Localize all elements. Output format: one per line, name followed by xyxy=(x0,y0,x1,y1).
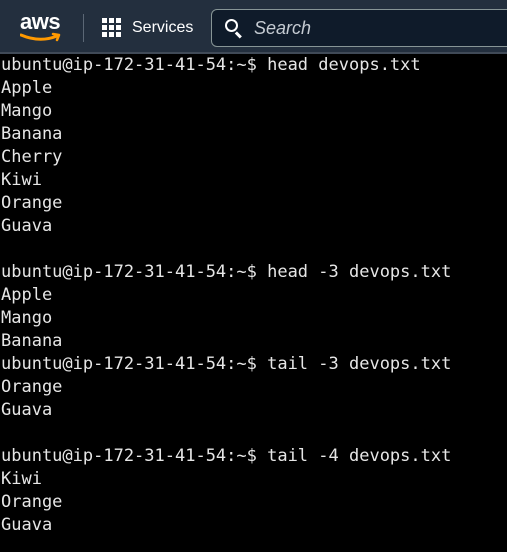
terminal-line: Orange xyxy=(1,193,63,213)
terminal-line: Cherry xyxy=(1,147,63,167)
services-grid-icon xyxy=(102,18,122,38)
search-box[interactable] xyxy=(211,9,507,47)
services-menu-button[interactable]: Services xyxy=(102,12,193,44)
terminal-line: ubuntu@ip-172-31-41-54:~$ head -3 devops… xyxy=(1,262,452,282)
terminal-line: Apple xyxy=(1,285,53,305)
terminal-line: Mango xyxy=(1,308,53,328)
aws-logo[interactable]: aws xyxy=(20,10,64,44)
aws-logo-text: aws xyxy=(20,9,61,34)
services-label: Services xyxy=(132,19,194,36)
terminal-output[interactable]: ubuntu@ip-172-31-41-54:~$ head devops.tx… xyxy=(0,54,507,552)
terminal-line: Banana xyxy=(1,331,63,351)
aws-smile-icon xyxy=(20,32,61,42)
terminal-line: Kiwi xyxy=(1,469,42,489)
terminal-line: ubuntu@ip-172-31-41-54:~$ tail -4 devops… xyxy=(1,446,452,466)
top-navigation-bar: aws Services xyxy=(0,0,507,54)
terminal-line: Guava xyxy=(1,216,53,236)
terminal-line: Mango xyxy=(1,101,53,121)
terminal-line: Orange xyxy=(1,492,63,512)
terminal-line: Guava xyxy=(1,400,53,420)
search-input[interactable] xyxy=(254,17,494,39)
terminal-line: Kiwi xyxy=(1,170,42,190)
terminal-line: Orange xyxy=(1,377,63,397)
terminal-line: Banana xyxy=(1,124,63,144)
terminal-line: ubuntu@ip-172-31-41-54:~$ head devops.tx… xyxy=(1,55,421,75)
terminal-line: Apple xyxy=(1,78,53,98)
search-icon xyxy=(224,18,244,39)
header-divider xyxy=(83,14,84,42)
terminal-line: ubuntu@ip-172-31-41-54:~$ tail -3 devops… xyxy=(1,354,452,374)
terminal-line: Guava xyxy=(1,515,53,535)
